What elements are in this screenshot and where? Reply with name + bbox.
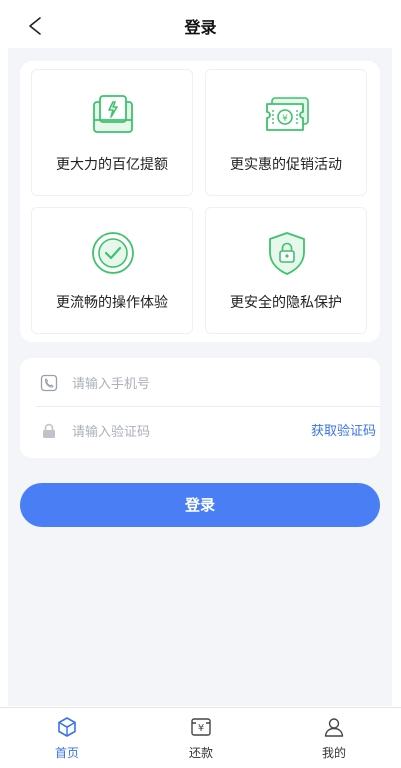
verification-code-input[interactable] [72,420,272,444]
code-row: 获取验证码 [36,408,380,454]
nav-header: 登录 [0,0,401,48]
tab-label: 首页 [54,746,79,760]
tab-label: 还款 [188,746,213,760]
page-title: 登录 [184,18,217,37]
phone-row [36,360,380,407]
coupon-icon: ¥ [266,97,309,131]
phone-input[interactable] [72,372,272,396]
benefit-label: 更安全的隐私保护 [230,295,342,311]
login-page: 登录 更大力的百亿提额 ¥ 更实惠的促销活动 更流畅的操作体验 更安全的隐私保护… [0,0,401,768]
login-form: 获取验证码 [20,358,380,458]
credit-increase-icon [93,95,133,133]
tab-mine[interactable]: 我的 [267,708,401,768]
check-circle-icon [92,232,134,274]
benefit-tile-privacy: 更安全的隐私保护 [205,207,367,334]
tab-label: 我的 [321,746,346,760]
lock-shield-icon [269,232,305,275]
benefits-card: 更大力的百亿提额 ¥ 更实惠的促销活动 更流畅的操作体验 更安全的隐私保护 [20,61,380,342]
get-code-button[interactable]: 获取验证码 [311,420,376,444]
svg-text:¥: ¥ [198,723,204,734]
benefit-label: 更流畅的操作体验 [56,295,168,311]
phone-icon [40,374,58,392]
bottom-tab-bar: 首页 ¥ 还款 我的 [0,707,401,768]
benefit-tile-promotion: ¥ 更实惠的促销活动 [205,69,367,196]
tab-home[interactable]: 首页 [0,708,134,768]
benefit-label: 更实惠的促销活动 [230,157,342,173]
login-button[interactable]: 登录 [20,483,380,527]
benefit-tile-credit: 更大力的百亿提额 [31,69,193,196]
tab-repay[interactable]: ¥ 还款 [134,708,268,768]
svg-text:¥: ¥ [282,114,288,124]
user-icon [324,718,344,737]
lock-icon [43,423,55,438]
yuan-repay-icon: ¥ [191,718,211,736]
home-cube-icon [58,717,76,737]
benefit-label: 更大力的百亿提额 [56,157,168,173]
benefit-tile-experience: 更流畅的操作体验 [31,207,193,334]
